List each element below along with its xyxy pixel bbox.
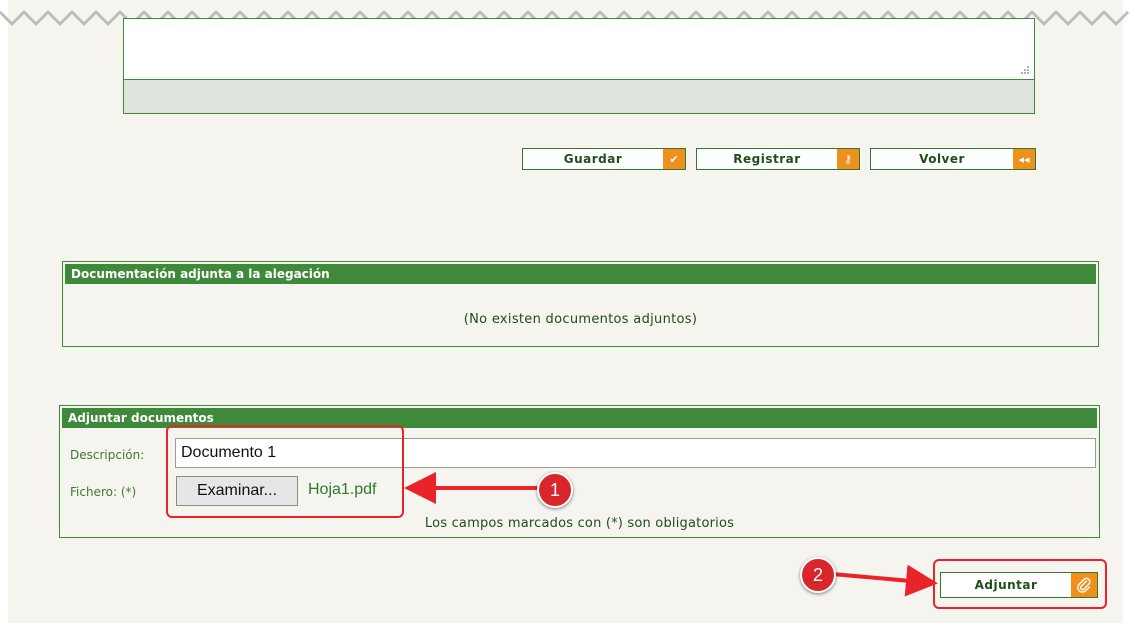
guardar-button-label: Guardar	[563, 152, 623, 166]
key-icon: ⚷	[837, 149, 859, 169]
registrar-button-label: Registrar	[733, 152, 801, 166]
check-icon: ✔	[663, 149, 685, 169]
volver-button[interactable]: Volver ◂◂	[870, 148, 1036, 170]
attached-documents-panel: Documentación adjunta a la alegación (No…	[62, 261, 1099, 347]
attached-documents-title: Documentación adjunta a la alegación	[65, 264, 1096, 284]
registrar-button[interactable]: Registrar ⚷	[696, 148, 860, 170]
highlight-box-step-2	[933, 559, 1107, 609]
step-1-badge: 1	[537, 472, 573, 508]
required-fields-note: Los campos marcados con (*) son obligato…	[424, 516, 735, 531]
rewind-icon: ◂◂	[1013, 149, 1035, 169]
resize-grip-icon[interactable]	[1020, 65, 1030, 75]
guardar-button[interactable]: Guardar ✔	[522, 148, 686, 170]
file-label: Fichero: (*)	[70, 485, 137, 499]
volver-button-label: Volver	[919, 152, 965, 166]
comment-textarea-container	[123, 18, 1035, 114]
comment-textarea[interactable]	[124, 19, 1034, 80]
description-label: Descripción:	[70, 448, 145, 462]
step-2-badge: 2	[800, 557, 836, 593]
no-documents-message: (No existen documentos adjuntos)	[463, 312, 698, 327]
highlight-box-step-1	[166, 425, 404, 518]
